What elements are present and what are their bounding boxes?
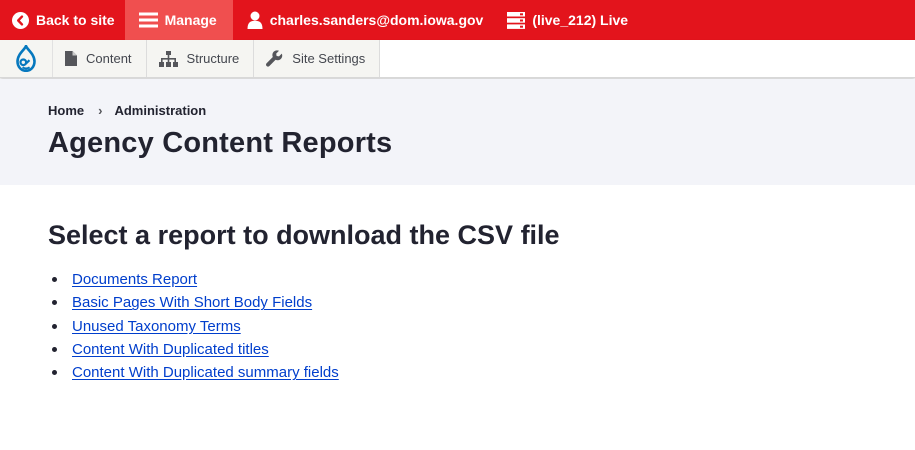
breadcrumb-home-link[interactable]: Home	[48, 103, 84, 118]
tray-item-site-settings[interactable]: Site Settings	[254, 40, 381, 77]
breadcrumb-separator: ›	[98, 103, 103, 118]
chevron-left-circle-icon	[12, 11, 29, 29]
tray-item-content-label: Content	[86, 51, 132, 66]
file-icon	[65, 51, 77, 66]
admin-toolbar: Back to site Manage charles.sanders@dom.…	[0, 0, 915, 40]
drupal-drop-icon	[16, 45, 36, 72]
list-item: Content With Duplicated titles	[52, 338, 339, 361]
manage-button[interactable]: Manage	[124, 0, 233, 40]
report-link-basic-pages-short-body[interactable]: Basic Pages With Short Body Fields	[72, 294, 312, 311]
tray-item-structure[interactable]: Structure	[146, 40, 255, 77]
tray-item-site-settings-label: Site Settings	[292, 51, 366, 66]
report-link-duplicated-summary-fields[interactable]: Content With Duplicated summary fields	[72, 364, 339, 381]
admin-tray: Content Structure Site Settings	[0, 40, 915, 78]
bullet	[52, 347, 57, 353]
user-icon	[247, 11, 263, 29]
report-link-unused-taxonomy-terms[interactable]: Unused Taxonomy Terms	[72, 318, 241, 335]
server-icon	[507, 11, 526, 29]
list-item: Documents Report	[52, 268, 339, 291]
user-account-link[interactable]: charles.sanders@dom.iowa.gov	[233, 0, 494, 40]
bullet	[52, 277, 57, 283]
bullet	[52, 323, 57, 329]
list-item: Content With Duplicated summary fields	[52, 361, 339, 384]
structure-icon	[158, 50, 178, 67]
back-to-site-label: Back to site	[36, 12, 115, 28]
report-link-duplicated-titles[interactable]: Content With Duplicated titles	[72, 341, 269, 358]
report-list: Documents Report Basic Pages With Short …	[52, 268, 339, 384]
page-header: Home › Administration Agency Content Rep…	[0, 79, 915, 185]
bullet	[52, 370, 57, 376]
hamburger-icon	[138, 12, 158, 28]
drupal-logo[interactable]	[0, 40, 53, 77]
section-heading: Select a report to download the CSV file	[48, 220, 560, 250]
user-email-label: charles.sanders@dom.iowa.gov	[269, 12, 484, 28]
page-title: Agency Content Reports	[48, 127, 393, 159]
list-item: Unused Taxonomy Terms	[52, 315, 339, 338]
bullet	[52, 300, 57, 306]
back-to-site-link[interactable]: Back to site	[0, 0, 125, 40]
list-item: Basic Pages With Short Body Fields	[52, 291, 339, 314]
breadcrumb-administration-link[interactable]: Administration	[114, 103, 206, 118]
breadcrumb: Home › Administration	[48, 103, 206, 118]
tray-item-content[interactable]: Content	[53, 40, 147, 77]
environment-link[interactable]: (live_212) Live	[493, 0, 638, 40]
report-link-documents[interactable]: Documents Report	[72, 271, 197, 288]
environment-label: (live_212) Live	[532, 12, 629, 28]
manage-label: Manage	[164, 12, 217, 28]
wrench-icon	[266, 50, 283, 67]
tray-item-structure-label: Structure	[186, 51, 240, 66]
